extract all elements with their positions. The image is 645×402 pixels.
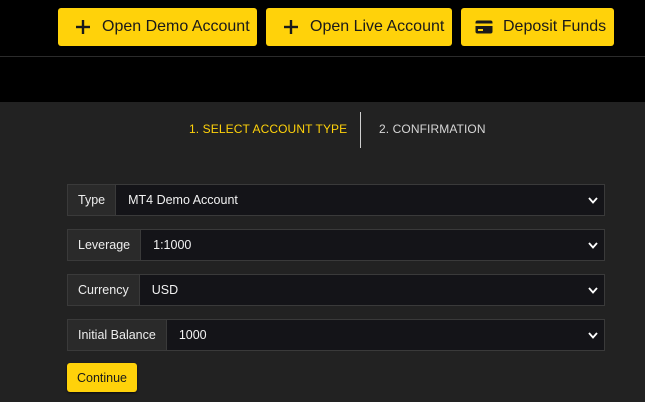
open-live-account-button[interactable]: Open Live Account xyxy=(266,8,452,46)
step-divider xyxy=(360,112,361,148)
open-demo-account-button[interactable]: Open Demo Account xyxy=(58,8,257,46)
leverage-label: Leverage xyxy=(68,230,142,260)
credit-card-icon xyxy=(475,18,493,36)
step-select-account-type: 1. SELECT ACCOUNT TYPE xyxy=(189,122,348,136)
header-band xyxy=(0,57,645,102)
currency-select[interactable]: Currency USD xyxy=(67,274,605,306)
type-value[interactable]: MT4 Demo Account xyxy=(116,185,604,215)
type-label: Type xyxy=(68,185,117,215)
initial-balance-selected-value: 1000 xyxy=(178,328,207,342)
initial-balance-label: Initial Balance xyxy=(68,320,167,350)
type-select[interactable]: Type MT4 Demo Account xyxy=(67,184,605,216)
step-confirmation: 2. CONFIRMATION xyxy=(379,122,486,136)
type-selected-value: MT4 Demo Account xyxy=(128,193,238,207)
chevron-down-icon xyxy=(588,195,598,205)
currency-value[interactable]: USD xyxy=(140,275,604,305)
chevron-down-icon xyxy=(588,330,598,340)
deposit-funds-button[interactable]: Deposit Funds xyxy=(461,8,614,46)
open-live-account-label: Open Live Account xyxy=(310,18,445,35)
leverage-select[interactable]: Leverage 1:1000 xyxy=(67,229,605,261)
top-bar: Open Demo Account Open Live Account Depo… xyxy=(0,0,645,57)
deposit-funds-label: Deposit Funds xyxy=(503,18,607,35)
leverage-value[interactable]: 1:1000 xyxy=(141,230,604,260)
chevron-down-icon xyxy=(588,285,598,295)
currency-label: Currency xyxy=(68,275,140,305)
continue-button[interactable]: Continue xyxy=(67,363,137,392)
initial-balance-value[interactable]: 1000 xyxy=(167,320,604,350)
initial-balance-select[interactable]: Initial Balance 1000 xyxy=(67,319,605,351)
currency-selected-value: USD xyxy=(151,283,179,297)
open-demo-account-label: Open Demo Account xyxy=(102,18,250,35)
chevron-down-icon xyxy=(588,240,598,250)
plus-icon xyxy=(282,18,300,36)
leverage-selected-value: 1:1000 xyxy=(153,238,192,252)
step-indicator: 1. SELECT ACCOUNT TYPE 2. CONFIRMATION xyxy=(0,102,645,152)
account-form-panel: 1. SELECT ACCOUNT TYPE 2. CONFIRMATION T… xyxy=(0,102,645,402)
plus-icon xyxy=(74,18,92,36)
